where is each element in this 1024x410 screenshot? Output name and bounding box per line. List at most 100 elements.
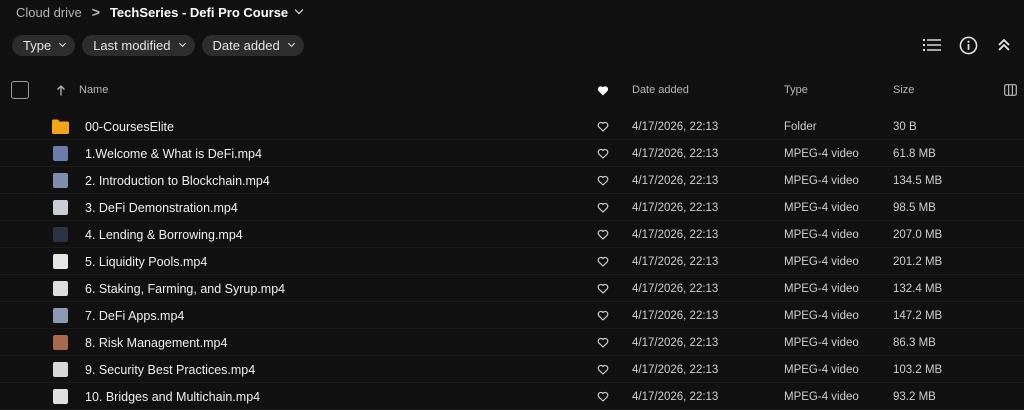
breadcrumb-root[interactable]: Cloud drive xyxy=(16,5,82,20)
file-size: 147.2 MB xyxy=(893,309,943,322)
file-type: MPEG-4 video xyxy=(784,336,859,349)
video-thumbnail-icon xyxy=(53,173,68,188)
favourite-heart-icon[interactable] xyxy=(596,329,610,356)
file-row[interactable]: 1.Welcome & What is DeFi.mp4 4/17/2026, 2… xyxy=(0,140,1024,167)
filter-last-modified-button[interactable]: Last modified xyxy=(82,35,195,56)
list-view-icon[interactable] xyxy=(922,35,942,55)
chevron-down-icon xyxy=(287,39,295,48)
file-row[interactable]: 00-CoursesElite 4/17/2026, 22:13 Folder 30 … xyxy=(0,113,1024,140)
file-date-added: 4/17/2026, 22:13 xyxy=(632,174,719,187)
file-type: MPEG-4 video xyxy=(784,363,859,376)
file-size: 132.4 MB xyxy=(893,282,943,295)
file-date-added: 4/17/2026, 22:13 xyxy=(632,282,719,295)
file-name[interactable]: 8. Risk Management.mp4 xyxy=(85,329,227,356)
file-name[interactable]: 1.Welcome & What is DeFi.mp4 xyxy=(85,140,262,167)
file-row[interactable]: 4. Lending & Borrowing.mp4 4/17/2026, 22:… xyxy=(0,221,1024,248)
file-list: 00-CoursesElite 4/17/2026, 22:13 Folder 30 … xyxy=(0,113,1024,410)
file-name[interactable]: 7. DeFi Apps.mp4 xyxy=(85,302,184,329)
table-header: Name Date added Type Size xyxy=(0,77,1024,103)
filter-last-modified-label: Last modified xyxy=(93,38,171,53)
file-name[interactable]: 2. Introduction to Blockchain.mp4 xyxy=(85,167,270,194)
breadcrumb-separator-icon: > xyxy=(91,4,100,20)
favourite-heart-icon[interactable] xyxy=(596,221,610,248)
view-toolbar xyxy=(922,35,1014,55)
file-size: 61.8 MB xyxy=(893,147,936,160)
file-row[interactable]: 5. Liquidity Pools.mp4 4/17/2026, 22:13 MP… xyxy=(0,248,1024,275)
file-date-added: 4/17/2026, 22:13 xyxy=(632,363,719,376)
file-date-added: 4/17/2026, 22:13 xyxy=(632,390,719,403)
file-size: 98.5 MB xyxy=(893,201,936,214)
file-type: MPEG-4 video xyxy=(784,309,859,322)
filter-date-added-button[interactable]: Date added xyxy=(201,35,304,56)
column-header-name[interactable]: Name xyxy=(79,77,108,103)
file-name[interactable]: 4. Lending & Borrowing.mp4 xyxy=(85,221,243,248)
file-name[interactable]: 3. DeFi Demonstration.mp4 xyxy=(85,194,238,221)
video-thumbnail-icon xyxy=(53,146,68,161)
column-header-favourite-icon[interactable] xyxy=(597,77,609,103)
favourite-heart-icon[interactable] xyxy=(596,383,610,410)
filter-date-added-label: Date added xyxy=(212,38,280,53)
column-header-size[interactable]: Size xyxy=(893,77,914,103)
video-thumbnail-icon xyxy=(53,389,68,404)
file-row[interactable]: 2. Introduction to Blockchain.mp4 4/17/20… xyxy=(0,167,1024,194)
favourite-heart-icon[interactable] xyxy=(596,275,610,302)
favourite-heart-icon[interactable] xyxy=(596,356,610,383)
file-row[interactable]: 3. DeFi Demonstration.mp4 4/17/2026, 22:1… xyxy=(0,194,1024,221)
file-type: MPEG-4 video xyxy=(784,255,859,268)
file-size: 103.2 MB xyxy=(893,363,943,376)
video-thumbnail-icon xyxy=(53,308,68,323)
file-row[interactable]: 9. Security Best Practices.mp4 4/17/2026,… xyxy=(0,356,1024,383)
filter-bar: Type Last modified Date added xyxy=(12,35,304,56)
file-date-added: 4/17/2026, 22:13 xyxy=(632,120,719,133)
favourite-heart-icon[interactable] xyxy=(596,248,610,275)
column-header-type[interactable]: Type xyxy=(784,77,808,103)
chevron-down-icon xyxy=(294,5,304,15)
file-size: 86.3 MB xyxy=(893,336,936,349)
file-size: 93.2 MB xyxy=(893,390,936,403)
favourite-heart-icon[interactable] xyxy=(596,140,610,167)
video-thumbnail-icon xyxy=(53,281,68,296)
video-thumbnail-icon xyxy=(53,362,68,377)
column-header-date-added[interactable]: Date added xyxy=(632,77,689,103)
favourite-heart-icon[interactable] xyxy=(596,113,610,140)
file-date-added: 4/17/2026, 22:13 xyxy=(632,309,719,322)
favourite-heart-icon[interactable] xyxy=(596,194,610,221)
breadcrumb-current-folder[interactable]: TechSeries - Defi Pro Course xyxy=(109,4,304,20)
file-date-added: 4/17/2026, 22:13 xyxy=(632,228,719,241)
file-row[interactable]: 7. DeFi Apps.mp4 4/17/2026, 22:13 MPEG-4 v… xyxy=(0,302,1024,329)
file-row[interactable]: 8. Risk Management.mp4 4/17/2026, 22:13 MP… xyxy=(0,329,1024,356)
file-date-added: 4/17/2026, 22:13 xyxy=(632,255,719,268)
file-name[interactable]: 10. Bridges and Multichain.mp4 xyxy=(85,383,260,410)
file-name[interactable]: 00-CoursesElite xyxy=(85,113,174,140)
file-type: MPEG-4 video xyxy=(784,147,859,160)
breadcrumb: Cloud drive > TechSeries - Defi Pro Cour… xyxy=(16,0,304,24)
file-size: 201.2 MB xyxy=(893,255,943,268)
filter-type-button[interactable]: Type xyxy=(12,35,76,56)
collapse-icon[interactable] xyxy=(994,35,1014,55)
video-thumbnail-icon xyxy=(53,200,68,215)
file-size: 207.0 MB xyxy=(893,228,943,241)
favourite-heart-icon[interactable] xyxy=(596,302,610,329)
columns-settings-icon[interactable] xyxy=(1004,77,1017,103)
file-type: MPEG-4 video xyxy=(784,228,859,241)
file-name[interactable]: 5. Liquidity Pools.mp4 xyxy=(85,248,207,275)
file-row[interactable]: 6. Staking, Farming, and Syrup.mp4 4/17/2… xyxy=(0,275,1024,302)
sort-arrow-up-icon[interactable] xyxy=(56,77,66,103)
file-type: MPEG-4 video xyxy=(784,282,859,295)
favourite-heart-icon[interactable] xyxy=(596,167,610,194)
file-row[interactable]: 10. Bridges and Multichain.mp4 4/17/2026,… xyxy=(0,383,1024,410)
file-name[interactable]: 6. Staking, Farming, and Syrup.mp4 xyxy=(85,275,285,302)
breadcrumb-current-label: TechSeries - Defi Pro Course xyxy=(109,4,289,20)
file-type: Folder xyxy=(784,120,817,133)
chevron-down-icon xyxy=(178,39,186,48)
file-type: MPEG-4 video xyxy=(784,390,859,403)
file-type: MPEG-4 video xyxy=(784,201,859,214)
info-icon[interactable] xyxy=(958,35,978,55)
file-date-added: 4/17/2026, 22:13 xyxy=(632,201,719,214)
filter-type-label: Type xyxy=(23,38,52,53)
chevron-down-icon xyxy=(59,39,67,48)
file-date-added: 4/17/2026, 22:13 xyxy=(632,336,719,349)
file-name[interactable]: 9. Security Best Practices.mp4 xyxy=(85,356,255,383)
folder-icon xyxy=(52,119,69,134)
video-thumbnail-icon xyxy=(53,227,68,242)
